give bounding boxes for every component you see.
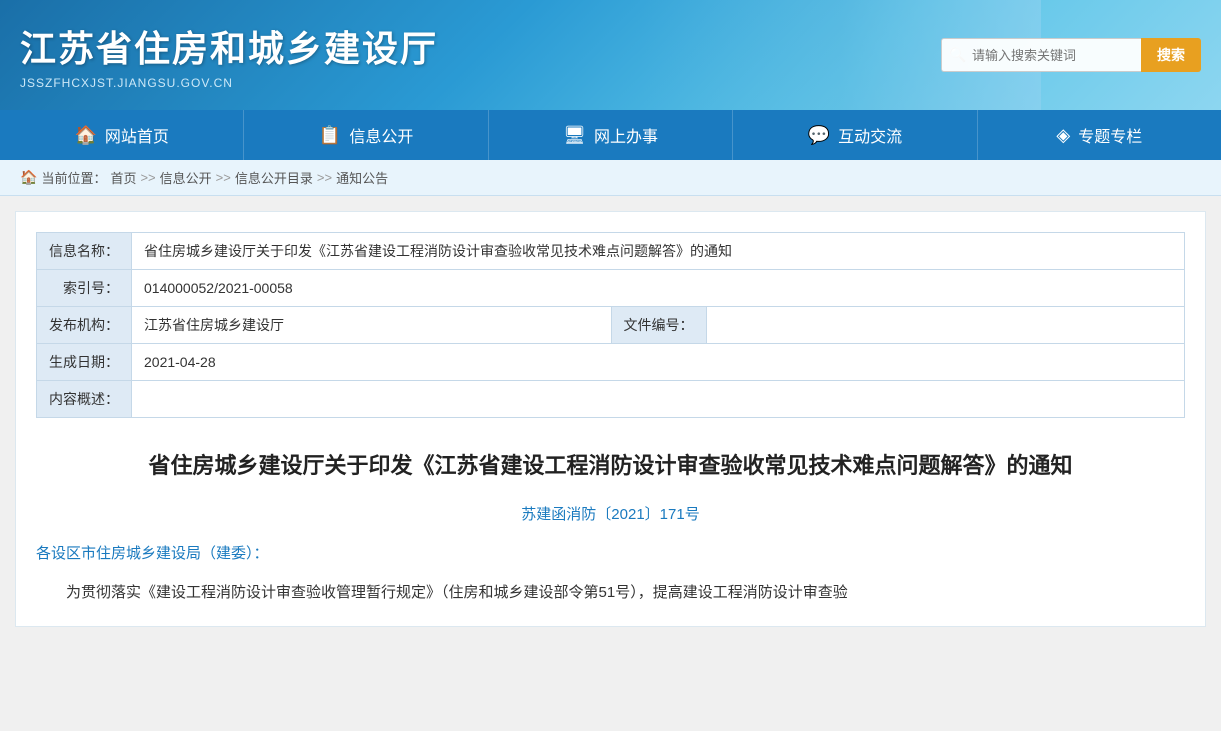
- info-table: 信息名称： 省住房城乡建设厅关于印发《江苏省建设工程消防设计审查验收常见技术难点…: [36, 232, 1185, 418]
- article-doc-num: 苏建函消防〔2021〕171号: [36, 503, 1185, 524]
- value-title: 省住房城乡建设厅关于印发《江苏省建设工程消防设计审查验收常见技术难点问题解答》的…: [132, 233, 1185, 270]
- table-row-index: 索引号： 014000052/2021-00058: [37, 270, 1185, 307]
- value-org: 江苏省住房城乡建设厅: [132, 307, 612, 344]
- table-row-title: 信息名称： 省住房城乡建设厅关于印发《江苏省建设工程消防设计审查验收常见技术难点…: [37, 233, 1185, 270]
- value-index: 014000052/2021-00058: [132, 270, 1185, 307]
- main-content: 信息名称： 省住房城乡建设厅关于印发《江苏省建设工程消防设计审查验收常见技术难点…: [15, 211, 1206, 627]
- nav-label-special: 专题专栏: [1078, 123, 1142, 147]
- table-row-date: 生成日期： 2021-04-28: [37, 344, 1185, 381]
- value-date: 2021-04-28: [132, 344, 1185, 381]
- label-summary: 内容概述：: [37, 381, 132, 418]
- label-index: 索引号：: [37, 270, 132, 307]
- header: 江苏省住房和城乡建设厅 JSSZFHCXJST.JIANGSU.GOV.CN 🔍…: [0, 0, 1221, 110]
- header-left: 江苏省住房和城乡建设厅 JSSZFHCXJST.JIANGSU.GOV.CN: [20, 20, 438, 90]
- value-docnum: [706, 307, 1184, 344]
- nav-label-online: 网上办事: [594, 123, 658, 147]
- breadcrumb-link-home[interactable]: 首页: [110, 168, 136, 187]
- site-title: 江苏省住房和城乡建设厅: [20, 20, 438, 72]
- label-org: 发布机构：: [37, 307, 132, 344]
- article-title: 省住房城乡建设厅关于印发《江苏省建设工程消防设计审查验收常见技术难点问题解答》的…: [36, 448, 1185, 483]
- nav-label-info: 信息公开: [349, 123, 413, 147]
- label-title: 信息名称：: [37, 233, 132, 270]
- table-row-org: 发布机构： 江苏省住房城乡建设厅 文件编号：: [37, 307, 1185, 344]
- main-nav: 🏠 网站首页 📋 信息公开 🖥 网上办事 💬 互动交流 ◈ 专题专栏: [0, 110, 1221, 160]
- search-input-wrapper: 🔍: [941, 38, 1141, 72]
- nav-item-special[interactable]: ◈ 专题专栏: [978, 110, 1221, 160]
- table-row-summary: 内容概述：: [37, 381, 1185, 418]
- info-icon: 📋: [319, 125, 341, 146]
- breadcrumb-home-icon: 🏠: [20, 169, 37, 186]
- site-url: JSSZFHCXJST.JIANGSU.GOV.CN: [20, 76, 438, 90]
- breadcrumb-link-info[interactable]: 信息公开: [160, 168, 212, 187]
- article-recipients: 各设区市住房城乡建设局（建委）：: [36, 542, 1185, 563]
- search-box: 🔍 搜索: [941, 38, 1201, 72]
- breadcrumb-current: 通知公告: [336, 168, 388, 187]
- nav-label-interact: 互动交流: [838, 123, 902, 147]
- value-summary: [132, 381, 1185, 418]
- nav-item-info[interactable]: 📋 信息公开: [244, 110, 488, 160]
- nav-item-online[interactable]: 🖥 网上办事: [489, 110, 733, 160]
- article-body: 为贯彻落实《建设工程消防设计审查验收管理暂行规定》（住房和城乡建设部令第51号）…: [36, 579, 1185, 606]
- online-icon: 🖥: [563, 125, 586, 146]
- home-icon: 🏠: [74, 125, 96, 146]
- breadcrumb-link-catalog[interactable]: 信息公开目录: [235, 168, 313, 187]
- breadcrumb: 🏠 当前位置： 首页 >> 信息公开 >> 信息公开目录 >> 通知公告: [0, 160, 1221, 196]
- search-input[interactable]: [941, 38, 1141, 72]
- search-button[interactable]: 搜索: [1141, 38, 1201, 72]
- breadcrumb-prefix: 当前位置：: [41, 168, 106, 187]
- label-docnum: 文件编号：: [611, 307, 706, 344]
- special-icon: ◈: [1056, 125, 1070, 146]
- breadcrumb-sep-1: >>: [140, 170, 155, 185]
- interact-icon: 💬: [808, 125, 830, 146]
- breadcrumb-sep-2: >>: [216, 170, 231, 185]
- nav-items: 🏠 网站首页 📋 信息公开 🖥 网上办事 💬 互动交流 ◈ 专题专栏: [0, 110, 1221, 160]
- nav-item-home[interactable]: 🏠 网站首页: [0, 110, 244, 160]
- nav-item-interact[interactable]: 💬 互动交流: [733, 110, 977, 160]
- nav-label-home: 网站首页: [105, 123, 169, 147]
- label-date: 生成日期：: [37, 344, 132, 381]
- breadcrumb-sep-3: >>: [317, 170, 332, 185]
